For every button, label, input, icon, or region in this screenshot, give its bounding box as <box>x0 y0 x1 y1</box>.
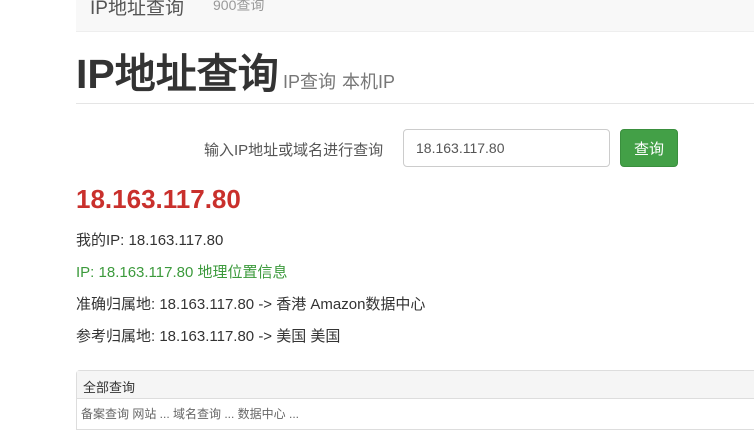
all-queries-panel: 全部查询 备案查询 网站 ... 域名查询 ... 数据中心 ... <box>76 370 754 430</box>
top-navbar: IP地址查询 900查询 <box>76 0 754 32</box>
query-form-label: 输入IP地址或域名进行查询 <box>204 142 384 159</box>
accurate-location-line: 准确归属地: 18.163.117.80 -> 香港 Amazon数据中心 <box>76 296 426 313</box>
geo-line: IP: 18.163.117.80 地理位置信息 <box>76 261 288 282</box>
navbar-brand[interactable]: IP地址查询 <box>90 0 184 20</box>
my-ip-line: 我的IP: 18.163.117.80 <box>76 232 224 249</box>
page-header: IP地址查询 IP查询 本机IP <box>76 50 754 104</box>
reference-location-line: 参考归属地: 18.163.117.80 -> 美国 美国 <box>76 328 341 345</box>
panel-heading: 全部查询 <box>77 371 754 399</box>
page-title: IP地址查询 <box>76 51 279 97</box>
subtitle-local-ip: 本机IP <box>342 72 396 92</box>
panel-body-links[interactable]: 备案查询 网站 ... 域名查询 ... 数据中心 ... <box>77 399 754 422</box>
navbar-sub-link[interactable]: 900查询 <box>213 0 264 15</box>
page-subtitle: IP查询 本机IP <box>283 68 401 94</box>
geo-info-link[interactable]: 地理位置信息 <box>198 264 288 281</box>
result-ip-heading: 18.163.117.80 <box>76 184 241 214</box>
query-button[interactable]: 查询 <box>620 129 678 167</box>
geo-ip-text: IP: 18.163.117.80 <box>76 264 194 281</box>
subtitle-ip-query: IP查询 <box>283 72 337 92</box>
ip-query-input[interactable] <box>403 129 610 167</box>
